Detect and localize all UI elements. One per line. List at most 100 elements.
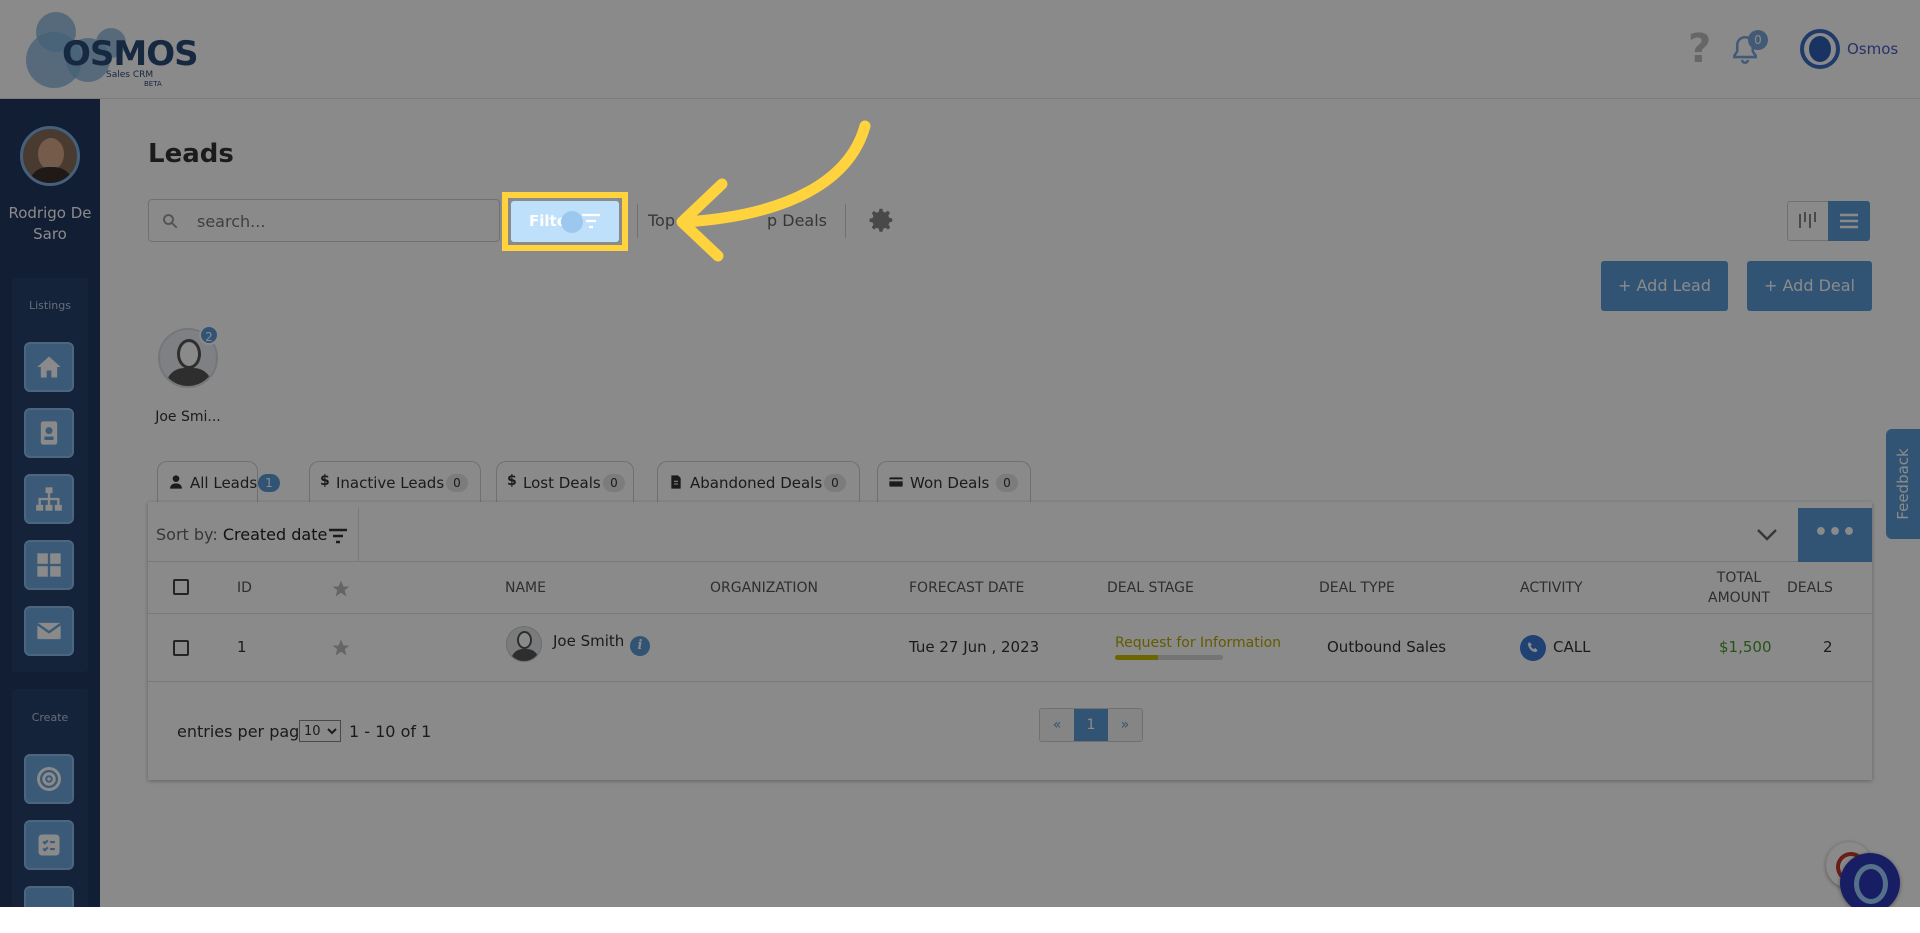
column-activity[interactable]: ACTIVITY	[1520, 580, 1583, 596]
credit-card-icon	[889, 477, 903, 487]
osmos-logo[interactable]: OSMOS Sales CRM BETA	[26, 8, 199, 92]
tab-inactive-leads[interactable]: $ Inactive Leads 0	[309, 461, 481, 503]
sidebar-item-create-goal[interactable]	[24, 754, 74, 804]
tutorial-arrow-icon	[676, 120, 871, 262]
list-view-button[interactable]	[1828, 201, 1870, 241]
osmos-chat-button[interactable]	[1840, 853, 1900, 913]
account-name[interactable]: Osmos	[1847, 40, 1898, 58]
filter-icon	[582, 213, 600, 229]
tab-all-leads[interactable]: All Leads 1	[157, 461, 280, 503]
pagination: « 1 »	[1039, 708, 1143, 742]
task-list-icon	[38, 834, 60, 856]
sidebar-item-contacts[interactable]	[24, 408, 74, 458]
column-deals[interactable]: DEALS	[1787, 580, 1833, 596]
feedback-tab[interactable]: Feedback	[1886, 429, 1920, 539]
column-organization[interactable]: ORGANIZATION	[710, 580, 818, 596]
lead-name[interactable]: Joe Smith	[553, 632, 624, 650]
help-icon[interactable]: ?	[1688, 26, 1711, 72]
click-indicator	[561, 211, 583, 233]
create-label: Create	[31, 711, 69, 724]
page-title: Leads	[148, 139, 234, 169]
view-toggle	[1787, 201, 1870, 241]
deal-stage-progress-fill	[1115, 655, 1159, 660]
star-icon[interactable]	[331, 638, 351, 658]
owner-name: Joe Smi...	[155, 409, 221, 425]
sidebar: Rodrigo De Saro Listings Create	[0, 99, 100, 919]
more-options-button[interactable]: •••	[1798, 508, 1872, 562]
tab-count-badge: 0	[824, 474, 846, 492]
tab-count-badge: 1	[258, 474, 280, 492]
row-forecast-date: Tue 27 Jun , 2023	[909, 638, 1040, 656]
row-id: 1	[237, 638, 247, 656]
row-checkbox[interactable]	[173, 640, 189, 656]
row-activity[interactable]: CALL	[1553, 638, 1590, 656]
row-deals-count: 2	[1823, 638, 1833, 656]
entries-per-page-label: entries per page	[177, 722, 310, 741]
sidebar-item-organizations[interactable]	[24, 474, 74, 524]
sidebar-item-mail[interactable]	[24, 606, 74, 656]
tab-lost-deals[interactable]: $ Lost Deals 0	[496, 461, 634, 503]
tab-label: Won Deals	[910, 474, 990, 492]
select-all-checkbox[interactable]	[173, 579, 189, 595]
info-icon[interactable]: i	[630, 636, 650, 656]
home-icon	[37, 356, 61, 378]
kanban-icon	[1799, 212, 1816, 228]
column-deal-stage[interactable]: DEAL STAGE	[1107, 580, 1194, 596]
tab-label: Lost Deals	[523, 474, 601, 492]
sort-filter-icon[interactable]	[328, 528, 348, 544]
sort-bar: Sort by: Created date	[148, 508, 1872, 562]
org-chart-icon	[36, 487, 62, 511]
search-input[interactable]	[197, 209, 487, 233]
column-total-amount-line2: AMOUNT	[1708, 590, 1770, 606]
tab-label: All Leads	[190, 474, 258, 492]
star-icon[interactable]	[331, 579, 351, 599]
account-avatar[interactable]	[1800, 29, 1840, 69]
tab-abandoned-deals[interactable]: Abandoned Deals 0	[657, 461, 860, 503]
dollar-icon: $	[507, 473, 517, 489]
sort-value: Created date	[222, 525, 328, 544]
top-header: OSMOS Sales CRM BETA ? 0 Osmos	[0, 0, 1920, 99]
document-icon	[671, 475, 681, 489]
tab-count-badge: 0	[446, 474, 468, 492]
chevron-down-icon[interactable]	[1756, 528, 1778, 542]
add-deal-button[interactable]: + Add Deal	[1747, 261, 1872, 311]
sidebar-item-create-task[interactable]	[24, 820, 74, 870]
sort-label[interactable]: Sort by: Created date	[156, 525, 327, 544]
entries-per-page-select[interactable]: 10	[299, 720, 341, 742]
column-id[interactable]: ID	[237, 580, 252, 596]
search-box[interactable]	[148, 199, 500, 242]
column-deal-type[interactable]: DEAL TYPE	[1319, 580, 1395, 596]
tab-won-deals[interactable]: Won Deals 0	[877, 461, 1031, 503]
sidebar-item-dashboard[interactable]	[24, 540, 74, 590]
avatar-head	[177, 339, 201, 369]
user-icon	[170, 475, 182, 489]
table-footer: entries per page 10 1 - 10 of 1 « 1 »	[148, 682, 1872, 780]
column-forecast-date[interactable]: FORECAST DATE	[909, 580, 1024, 596]
column-name[interactable]: NAME	[505, 580, 546, 596]
bottom-strip	[0, 907, 1920, 933]
add-lead-button[interactable]: + Add Lead	[1601, 261, 1728, 311]
next-page-button[interactable]: »	[1108, 709, 1142, 741]
kanban-view-button[interactable]	[1788, 202, 1828, 240]
column-total-amount[interactable]: TOTAL AMOUNT	[1708, 568, 1770, 608]
prev-page-button[interactable]: «	[1040, 709, 1074, 741]
phone-icon[interactable]	[1520, 635, 1546, 661]
row-total-amount: $1,500	[1719, 638, 1772, 656]
lead-avatar	[506, 626, 542, 662]
search-icon	[163, 214, 178, 229]
mail-icon	[36, 622, 62, 640]
avatar-head	[38, 138, 64, 170]
page-button[interactable]: 1	[1074, 709, 1108, 741]
feedback-label: Feedback	[1894, 448, 1912, 520]
logo-subtitle: Sales CRM	[106, 70, 154, 80]
user-avatar[interactable]	[20, 126, 80, 186]
sort-prefix: Sort by:	[156, 525, 218, 544]
sidebar-item-home[interactable]	[24, 342, 74, 392]
dashboard-icon	[37, 553, 61, 577]
avatar-body	[166, 368, 212, 386]
tab-count-badge: 0	[603, 474, 625, 492]
filter-button[interactable]: Filter	[511, 201, 619, 242]
table-row[interactable]: 1 Joe Smith i Tue 27 Jun , 2023 Request …	[148, 614, 1872, 682]
phone-glyph	[1527, 642, 1538, 653]
tab-label: Abandoned Deals	[690, 474, 823, 492]
